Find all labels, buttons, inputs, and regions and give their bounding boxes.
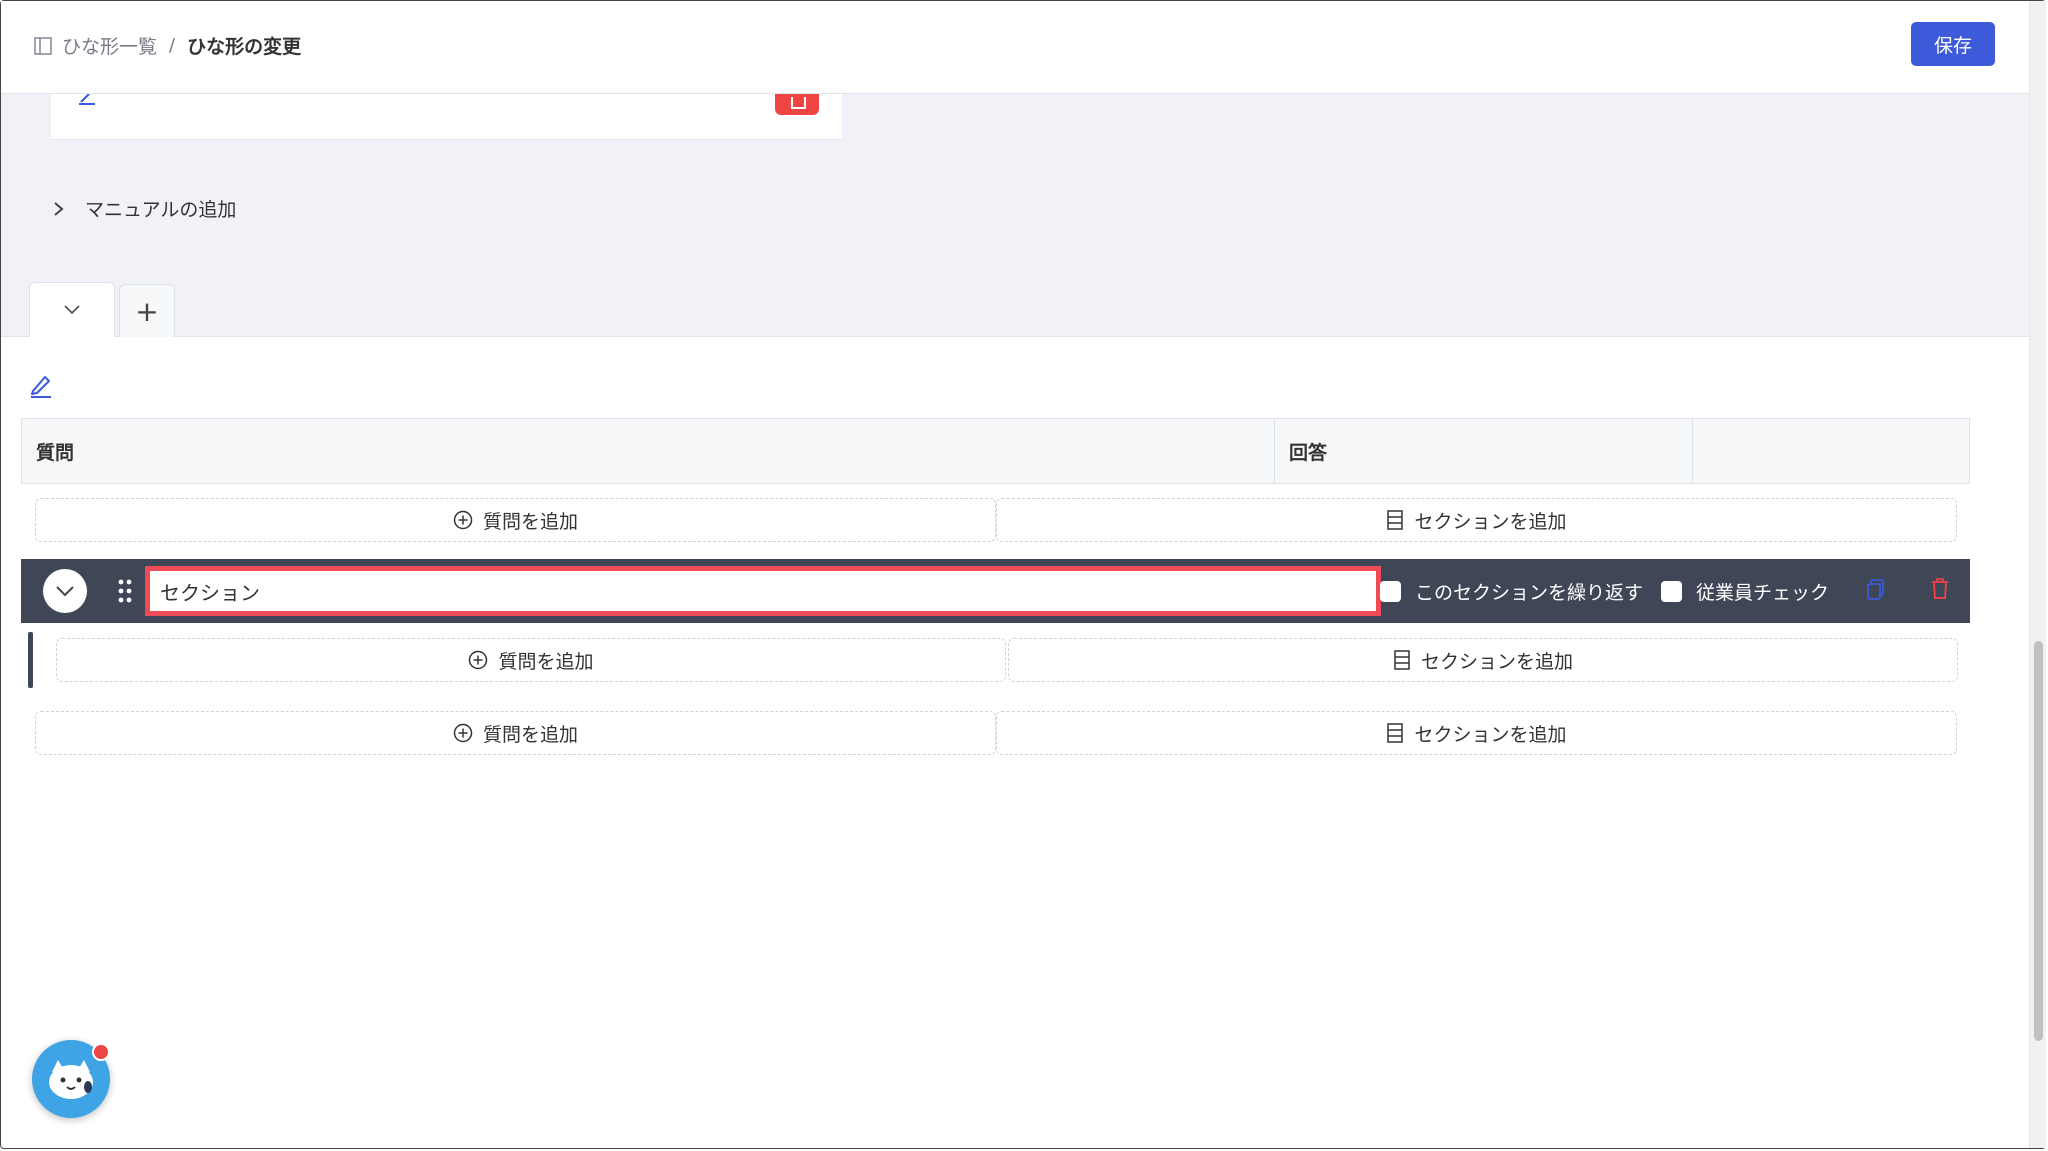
section-add-section-button[interactable]: セクションを追加 bbox=[1008, 638, 1958, 682]
tab-current[interactable] bbox=[29, 282, 115, 337]
employee-check-label: 従業員チェック bbox=[1696, 582, 1830, 604]
bottom-add-question-button[interactable]: 質問を追加 bbox=[35, 711, 996, 755]
breadcrumb: ひな形一覧 / ひな形の変更 bbox=[34, 32, 301, 59]
add-question-label: 質問を追加 bbox=[498, 650, 594, 673]
add-section-label: セクションを追加 bbox=[1420, 650, 1573, 673]
trash-icon[interactable] bbox=[1930, 578, 1950, 600]
column-answer: 回答 bbox=[1275, 419, 1693, 483]
chevron-right-icon bbox=[54, 201, 64, 216]
column-extra bbox=[1693, 419, 1969, 483]
section-icon bbox=[1394, 650, 1410, 670]
employee-check-checkbox[interactable] bbox=[1661, 581, 1682, 602]
trash-icon bbox=[791, 97, 806, 109]
chevron-down-icon bbox=[56, 585, 74, 596]
section-icon bbox=[1387, 723, 1404, 743]
bottom-add-row: 質問を追加 セクションを追加 bbox=[35, 711, 1957, 755]
panel-icon bbox=[34, 36, 52, 55]
manual-card bbox=[51, 93, 842, 140]
add-question-label: 質問を追加 bbox=[482, 723, 578, 746]
section-title-input[interactable] bbox=[145, 566, 1381, 616]
delete-manual-button[interactable] bbox=[775, 93, 819, 115]
add-manual-label: マニュアルの追加 bbox=[85, 199, 237, 221]
add-section-label: セクションを追加 bbox=[1414, 510, 1567, 533]
add-row: 質問を追加 セクションを追加 bbox=[35, 498, 1957, 542]
scrollbar[interactable] bbox=[2029, 1, 2046, 1148]
section-add-row: 質問を追加 セクションを追加 bbox=[56, 638, 1958, 682]
section-row: このセクションを繰り返す 従業員チェック bbox=[21, 559, 1970, 623]
repeat-section-option[interactable]: このセクションを繰り返す bbox=[1380, 578, 1643, 605]
tab-bar: + bbox=[29, 282, 175, 337]
add-manual-toggle[interactable]: マニュアルの追加 bbox=[53, 195, 236, 222]
section-add-question-button[interactable]: 質問を追加 bbox=[56, 638, 1006, 682]
pencil-icon[interactable] bbox=[77, 93, 97, 105]
breadcrumb-parent[interactable]: ひな形一覧 bbox=[62, 32, 157, 59]
section-icon bbox=[1387, 510, 1404, 530]
page-header: ひな形一覧 / ひな形の変更 保存 bbox=[1, 1, 2029, 94]
chevron-down-icon bbox=[64, 305, 80, 315]
drag-handle-icon[interactable] bbox=[118, 579, 132, 603]
add-section-button[interactable]: セクションを追加 bbox=[996, 498, 1957, 542]
table-header: 質問 回答 bbox=[21, 418, 1970, 484]
add-tab-button[interactable]: + bbox=[119, 284, 175, 337]
plus-circle-icon bbox=[469, 650, 488, 670]
column-question: 質問 bbox=[22, 419, 1275, 483]
breadcrumb-current: ひな形の変更 bbox=[187, 36, 302, 58]
section-collapse-button[interactable] bbox=[43, 569, 87, 613]
plus-circle-icon bbox=[453, 510, 473, 530]
add-question-label: 質問を追加 bbox=[482, 510, 578, 533]
add-section-label: セクションを追加 bbox=[1414, 723, 1567, 746]
copy-icon[interactable] bbox=[1866, 579, 1886, 601]
edit-pencil-icon[interactable] bbox=[28, 372, 54, 398]
repeat-section-checkbox[interactable] bbox=[1380, 581, 1401, 602]
plus-circle-icon bbox=[453, 723, 473, 743]
bottom-add-section-button[interactable]: セクションを追加 bbox=[996, 711, 1957, 755]
employee-check-option[interactable]: 従業員チェック bbox=[1661, 578, 1829, 605]
save-button[interactable]: 保存 bbox=[1911, 22, 1995, 66]
add-question-button[interactable]: 質問を追加 bbox=[35, 498, 996, 542]
scrollbar-thumb[interactable] bbox=[2034, 641, 2043, 1041]
section-indent-bar bbox=[28, 632, 33, 688]
notification-dot bbox=[92, 1043, 110, 1061]
manual-area: マニュアルの追加 + bbox=[1, 93, 2029, 337]
repeat-section-label: このセクションを繰り返す bbox=[1415, 582, 1644, 604]
breadcrumb-separator: / bbox=[169, 35, 176, 56]
